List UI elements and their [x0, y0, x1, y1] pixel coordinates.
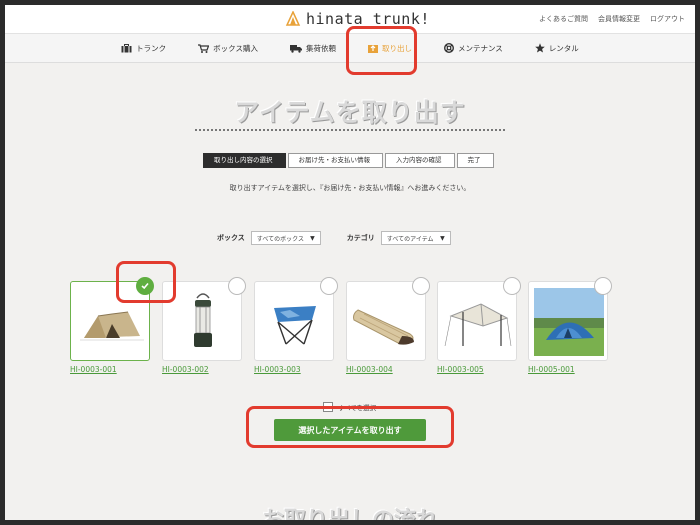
progress-steps: 取り出し内容の選択 お届け先・お支払い情報 入力内容の確認 完了: [203, 153, 496, 168]
nav-label: 集荷依頼: [305, 43, 336, 53]
nav-item-rental[interactable]: レンタル: [519, 34, 595, 62]
highlight-nav-takeout: [346, 26, 417, 75]
dome-tent-image: [534, 288, 604, 356]
nav-label: レンタル: [548, 43, 579, 53]
campfire-logo-icon: [285, 11, 301, 26]
chevron-down-icon: ▼: [440, 234, 445, 242]
nav-item-trunk[interactable]: トランク: [105, 34, 182, 62]
item-checkbox[interactable]: [320, 277, 338, 295]
star-icon: [535, 43, 545, 53]
browser-viewport: hinata trunk! よくあるご質問 会員情報変更 ログアウト トランク …: [5, 5, 695, 520]
box-filter-value: すべてのボックス: [256, 235, 304, 243]
chair-image: [274, 306, 316, 345]
nav-label: メンテナンス: [457, 43, 503, 53]
item-id-link[interactable]: HI-0003-002: [162, 365, 242, 374]
item-card-chair[interactable]: [254, 277, 338, 361]
sleeping-bag-image: [353, 309, 414, 345]
cart-icon: [198, 43, 210, 53]
item-id-link[interactable]: HI-0005-001: [528, 365, 608, 374]
trunk-icon: [121, 43, 132, 52]
instruction-text: 取り出すアイテムを選択し、『お届け先・お支払い情報』へお進みください。: [229, 184, 471, 192]
truck-icon: [289, 44, 302, 53]
item-id-link[interactable]: HI-0003-004: [346, 365, 426, 374]
item-id-link[interactable]: HI-0003-001: [70, 365, 150, 374]
page-title: アイテムを取り出す: [234, 98, 466, 127]
chevron-down-icon: ▼: [310, 234, 315, 242]
step-complete: 完了: [456, 153, 494, 168]
step-confirm: 入力内容の確認: [385, 153, 455, 168]
item-card-sleeping-bag[interactable]: [346, 277, 430, 361]
nav-label: トランク: [136, 43, 167, 53]
category-filter-select[interactable]: すべてのアイテム ▼: [380, 231, 451, 245]
faq-link[interactable]: よくあるご質問: [539, 14, 588, 24]
filter-bar: ボックス すべてのボックス ▼ カテゴリ すべてのアイテム ▼: [217, 231, 451, 245]
step-select-items: 取り出し内容の選択: [203, 153, 286, 168]
flow-section-heading: お取り出しの流れ: [5, 502, 695, 520]
tarp-image: [444, 303, 512, 347]
nav-item-maintenance[interactable]: メンテナンス: [428, 34, 519, 62]
category-filter-label: カテゴリ: [346, 234, 375, 242]
logout-link[interactable]: ログアウト: [650, 14, 685, 24]
nav-item-box-purchase[interactable]: ボックス購入: [182, 34, 274, 62]
highlight-item-check: [116, 261, 176, 303]
item-id-link[interactable]: HI-0003-003: [254, 365, 334, 374]
item-checkbox[interactable]: [503, 277, 521, 295]
box-filter-select[interactable]: すべてのボックス ▼: [250, 231, 321, 245]
lantern-image: [194, 293, 212, 347]
item-checkbox[interactable]: [228, 277, 246, 295]
title-divider: [195, 129, 505, 131]
highlight-submit-button: [246, 406, 454, 448]
item-card-dome-tent[interactable]: [528, 277, 612, 361]
item-id-link[interactable]: HI-0003-005: [437, 365, 517, 374]
category-filter-value: すべてのアイテム: [386, 235, 434, 243]
top-links: よくあるご質問 会員情報変更 ログアウト: [539, 14, 685, 24]
item-checkbox[interactable]: [594, 277, 612, 295]
account-settings-link[interactable]: 会員情報変更: [598, 14, 640, 24]
item-checkbox[interactable]: [412, 277, 430, 295]
item-card-tarp[interactable]: [437, 277, 521, 361]
lifebuoy-icon: [443, 43, 454, 53]
step-delivery-payment: お届け先・お支払い情報: [287, 153, 383, 168]
nav-label: ボックス購入: [213, 43, 258, 53]
nav-item-pickup-request[interactable]: 集荷依頼: [274, 34, 352, 62]
box-filter-label: ボックス: [217, 234, 245, 242]
